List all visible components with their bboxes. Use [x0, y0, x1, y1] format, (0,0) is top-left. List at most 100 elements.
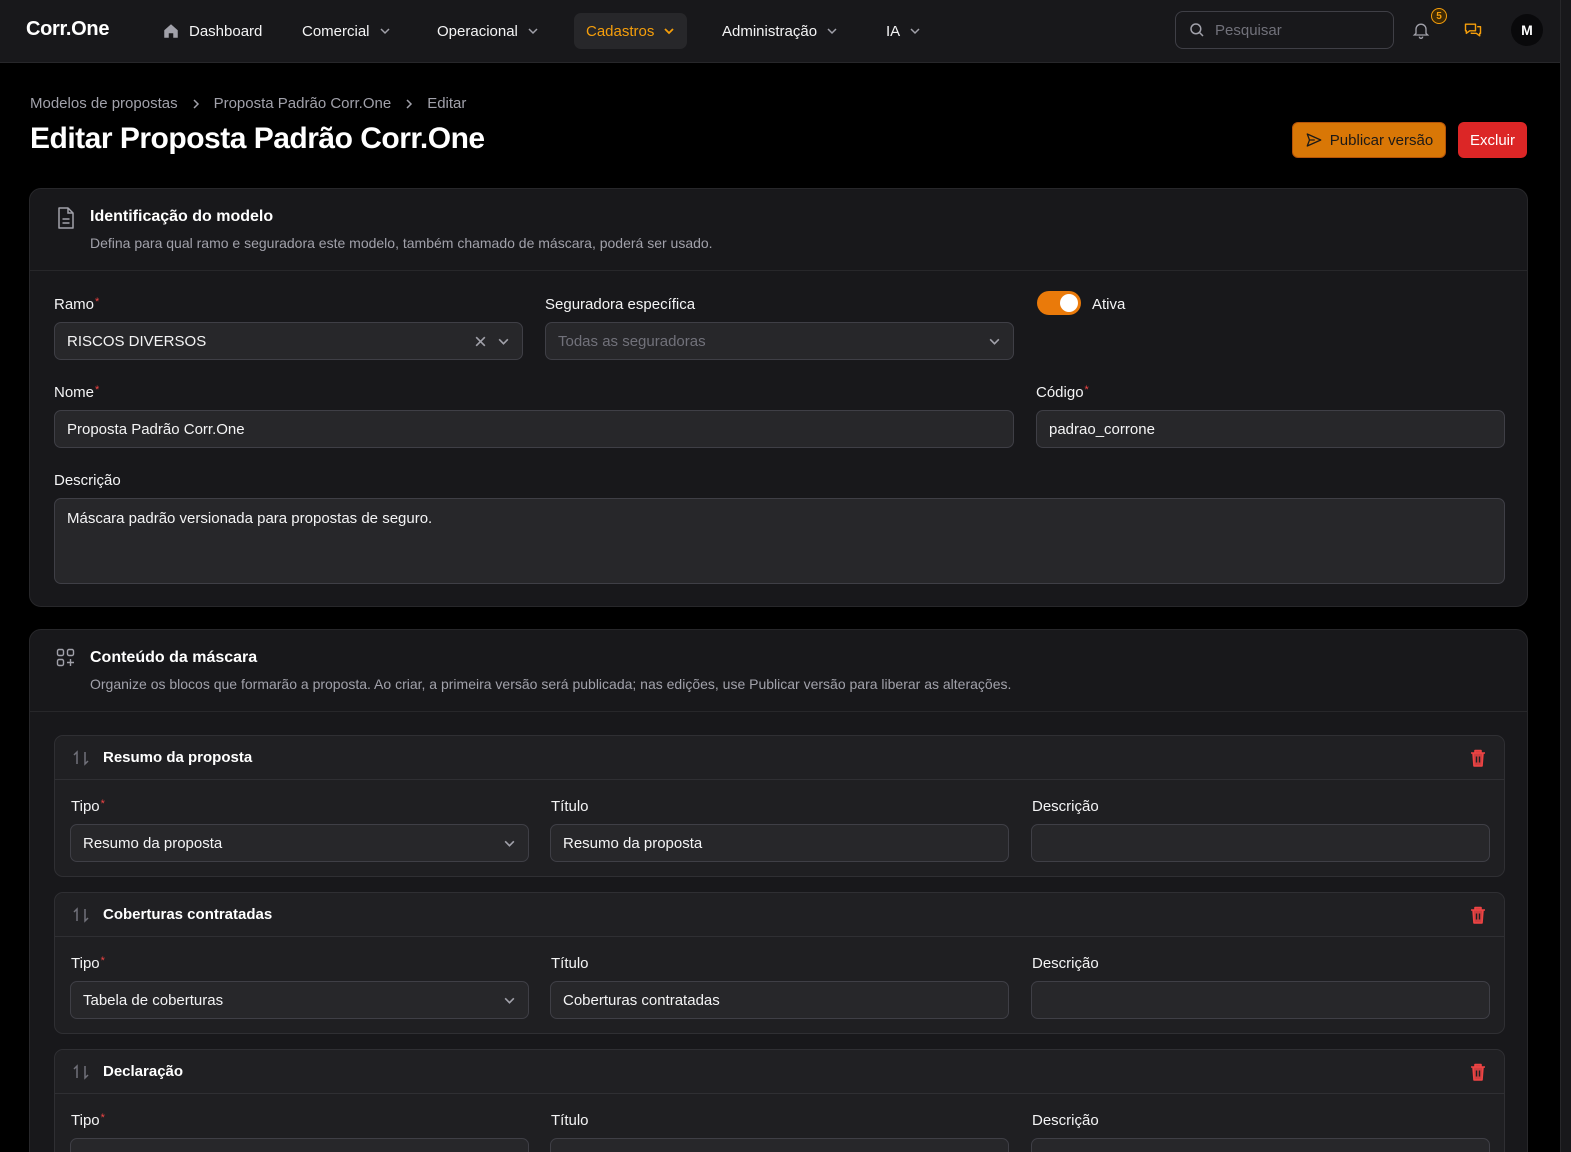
breadcrumb-item-proposta[interactable]: Proposta Padrão Corr.One — [214, 95, 392, 112]
chat-icon — [1463, 20, 1483, 40]
nav-cadastros-label: Cadastros — [586, 22, 655, 40]
descricao-label: Descrição — [1032, 798, 1099, 815]
content-block-header: Declaração — [55, 1050, 1504, 1094]
breadcrumb-item-editar: Editar — [427, 95, 467, 112]
titulo-label: Título — [551, 1112, 589, 1129]
chevron-right-icon — [403, 98, 415, 110]
descricao-input[interactable] — [1031, 981, 1490, 1019]
nome-input[interactable]: Proposta Padrão Corr.One — [54, 410, 1014, 448]
descricao-label: Descrição — [1032, 955, 1099, 972]
tipo-label-text: Tipo — [71, 798, 100, 815]
ramo-select[interactable]: RISCOS DIVERSOS — [54, 322, 523, 360]
reorder-icon[interactable] — [72, 1063, 90, 1081]
send-icon — [1305, 131, 1323, 149]
chat-button[interactable] — [1458, 15, 1488, 45]
required-marker: * — [100, 955, 105, 967]
trash-icon[interactable] — [1469, 748, 1487, 768]
page-title: Editar Proposta Padrão Corr.One — [30, 122, 485, 155]
required-marker: * — [1084, 384, 1089, 396]
nav-comercial[interactable]: Comercial — [290, 13, 403, 49]
titulo-label: Título — [551, 955, 589, 972]
chevron-down-icon — [909, 25, 921, 37]
chevron-down-icon — [826, 25, 838, 37]
grid-add-icon — [56, 648, 76, 668]
ativa-label: Ativa — [1092, 296, 1126, 313]
identification-description: Defina para qual ramo e seguradora este … — [90, 235, 713, 251]
codigo-label-text: Código — [1036, 384, 1084, 401]
chevron-down-icon — [988, 335, 1001, 348]
nav-administracao[interactable]: Administração — [710, 13, 850, 49]
seguradora-select[interactable]: Todas as seguradoras — [545, 322, 1014, 360]
seguradora-label: Seguradora específica — [545, 296, 696, 313]
titulo-input[interactable]: Resumo da proposta — [550, 824, 1009, 862]
seguradora-placeholder: Todas as seguradoras — [558, 332, 706, 350]
codigo-input[interactable]: padrao_corrone — [1036, 410, 1505, 448]
ativa-toggle[interactable] — [1037, 291, 1081, 315]
tipo-value: Tabela de coberturas — [83, 991, 224, 1009]
required-marker: * — [100, 798, 105, 810]
publish-version-button[interactable]: Publicar versão — [1292, 122, 1446, 158]
reorder-icon[interactable] — [72, 906, 90, 924]
trash-icon[interactable] — [1469, 1062, 1487, 1082]
content-block-title: Coberturas contratadas — [103, 906, 273, 923]
trash-icon[interactable] — [1469, 905, 1487, 925]
brand-logo[interactable]: Corr.One — [26, 18, 109, 41]
page-scrollbar[interactable] — [1560, 0, 1571, 1152]
descricao-textarea[interactable]: Máscara padrão versionada para propostas… — [54, 498, 1505, 584]
clear-icon[interactable] — [474, 335, 487, 348]
required-marker: * — [95, 384, 100, 396]
breadcrumb-item-modelos[interactable]: Modelos de propostas — [30, 95, 178, 112]
chevron-right-icon — [190, 98, 202, 110]
chevron-down-icon — [497, 335, 510, 348]
chevron-down-icon — [379, 25, 391, 37]
tipo-label: Tipo* — [71, 798, 105, 815]
descricao-label: Descrição — [1032, 1112, 1099, 1129]
content-description: Organize os blocos que formarão a propos… — [90, 676, 1012, 692]
content-block: Resumo da proposta Tipo* Resumo da propo… — [54, 735, 1505, 877]
document-icon — [56, 207, 76, 229]
ramo-label: Ramo* — [54, 296, 99, 313]
tipo-select[interactable] — [70, 1138, 529, 1152]
nav-ia[interactable]: IA — [874, 13, 933, 49]
delete-button[interactable]: Excluir — [1458, 122, 1527, 158]
nome-label-text: Nome — [54, 384, 95, 401]
titulo-input[interactable] — [550, 1138, 1009, 1152]
top-navbar: Corr.One Dashboard Comercial Operacional… — [0, 0, 1560, 63]
chevron-down-icon — [663, 25, 675, 37]
notification-count-badge: 5 — [1431, 8, 1447, 24]
tipo-select[interactable]: Resumo da proposta — [70, 824, 529, 862]
search-icon — [1188, 21, 1206, 39]
chevron-down-icon — [527, 25, 539, 37]
bell-icon — [1411, 20, 1431, 40]
content-block-header: Resumo da proposta — [55, 736, 1504, 780]
identification-card-header: Identificação do modelo Defina para qual… — [30, 189, 1527, 271]
nav-ia-label: IA — [886, 22, 901, 40]
tipo-label: Tipo* — [71, 955, 105, 972]
titulo-input[interactable]: Coberturas contratadas — [550, 981, 1009, 1019]
search-input[interactable]: Pesquisar — [1175, 11, 1394, 49]
user-avatar[interactable]: M — [1511, 14, 1543, 46]
identification-title: Identificação do modelo — [90, 208, 274, 225]
required-marker: * — [95, 296, 100, 308]
publish-version-label: Publicar versão — [1329, 131, 1434, 149]
tipo-label: Tipo* — [71, 1112, 105, 1129]
search-placeholder: Pesquisar — [1215, 21, 1282, 39]
nav-comercial-label: Comercial — [302, 22, 370, 40]
descricao-input[interactable] — [1031, 824, 1490, 862]
content-block-title: Declaração — [103, 1063, 184, 1080]
home-icon — [162, 22, 180, 40]
descricao-input[interactable] — [1031, 1138, 1490, 1152]
content-card: Conteúdo da máscara Organize os blocos q… — [29, 629, 1528, 1152]
breadcrumb: Modelos de propostas Proposta Padrão Cor… — [30, 95, 466, 112]
content-block: Declaração Tipo* Título Descrição — [54, 1049, 1505, 1152]
toggle-knob — [1060, 294, 1078, 312]
nav-dashboard[interactable]: Dashboard — [150, 13, 274, 49]
reorder-icon[interactable] — [72, 749, 90, 767]
nav-operacional[interactable]: Operacional — [425, 13, 551, 49]
titulo-label: Título — [551, 798, 589, 815]
identification-card: Identificação do modelo Defina para qual… — [29, 188, 1528, 607]
chevron-down-icon — [503, 837, 516, 850]
nav-cadastros[interactable]: Cadastros — [574, 13, 688, 49]
tipo-label-text: Tipo — [71, 955, 100, 972]
tipo-select[interactable]: Tabela de coberturas — [70, 981, 529, 1019]
